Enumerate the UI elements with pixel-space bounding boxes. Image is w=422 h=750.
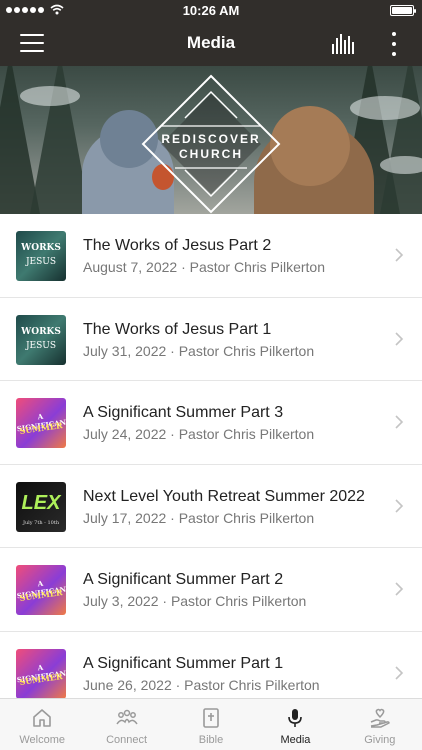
status-bar: 10:26 AM [0,0,422,22]
chevron-right-icon [394,332,404,346]
chevron-right-icon [394,415,404,429]
media-list-item[interactable]: WORKS JESUS The Works of Jesus Part 1 July … [0,297,422,382]
sermon-thumbnail: A SIGNIFICANT SUMMER [16,565,66,616]
house-icon [33,709,52,727]
tab-connect[interactable]: Connect [84,699,168,750]
sermon-title: A Significant Summer Part 2 [83,571,284,589]
logo-line2: CHURCH [179,147,243,161]
media-list: WORKS JESUS The Works of Jesus Part 2 Augus… [0,214,422,716]
tab-bar: Welcome Connect Bible Media Giving [0,698,422,750]
sermon-thumbnail: LEX July 7th - 10th [16,481,66,532]
sermon-date-speaker: July 17, 2022 · Pastor Chris Pilkerton [83,509,315,526]
tab-giving[interactable]: Giving [338,699,422,750]
status-time: 10:26 AM [182,3,240,18]
sermon-thumbnail: WORKS JESUS [16,231,66,281]
tab-welcome[interactable]: Welcome [0,699,84,750]
chevron-right-icon [394,499,404,513]
sermon-thumbnail: A SIGNIFICANT SUMMER [16,398,66,449]
sermon-date-speaker: June 26, 2022 · Pastor Chris Pilkerton [83,676,320,693]
media-list-item[interactable]: WORKS JESUS The Works of Jesus Part 2 Augus… [0,214,422,298]
sermon-title: The Works of Jesus Part 2 [83,237,272,254]
tab-media[interactable]: Media [253,699,337,750]
tab-label: Bible [198,734,224,746]
microphone-icon [288,709,303,727]
sermon-title: A Significant Summer Part 3 [83,404,284,422]
media-list-item[interactable]: A SIGNIFICANT SUMMER A Significant Summer … [0,381,422,465]
sermon-thumbnail: A SIGNIFICANT SUMMER [16,648,66,699]
sermon-date-speaker: July 31, 2022 · Pastor Chris Pilkerton [83,342,315,359]
tab-bible[interactable]: Bible [169,699,253,750]
person-right-hood [270,106,350,186]
chevron-right-icon [394,248,404,262]
thumbnail-text: WORKS [21,243,61,253]
thumbnail-text: July 7th - 10th [22,519,60,526]
chevron-right-icon [394,666,404,680]
tab-label: Giving [364,734,396,746]
chevron-right-icon [394,582,404,596]
thumbnail-text: JESUS [25,257,57,267]
sermon-thumbnail: WORKS JESUS [16,314,66,365]
sermon-title: Next Level Youth Retreat Summer 2022 [83,487,365,505]
thumbnail-text: LEX [21,491,61,514]
bible-icon [203,708,219,728]
battery-icon [390,5,416,16]
church-logo: REDISCOVER CHURCH [141,74,281,214]
thumbnail-text: JESUS [25,340,57,351]
tab-label: Welcome [19,734,66,746]
media-list-item[interactable]: LEX July 7th - 10th Next Level Youth Retre… [0,464,422,549]
media-list-item[interactable]: A SIGNIFICANT SUMMER A Significant Summer … [0,548,422,632]
tab-label: Connect [106,734,148,746]
sermon-title: A Significant Summer Part 1 [83,654,284,672]
sermon-date-speaker: August 7, 2022 · Pastor Chris Pilkerton [83,259,326,275]
nav-bar: Media [0,22,422,66]
tab-label: Media [280,734,311,746]
logo-line1: REDISCOVER [161,132,261,146]
giving-hand-icon [370,708,390,728]
thumbnail-text: WORKS [21,326,61,337]
church-banner: REDISCOVER CHURCH [0,66,422,214]
page-title: Media [186,33,236,52]
sermon-date-speaker: July 3, 2022 · Pastor Chris Pilkerton [83,593,307,610]
sermon-title: The Works of Jesus Part 1 [83,320,272,338]
sermon-date-speaker: July 24, 2022 · Pastor Chris Pilkerton [83,426,315,443]
audio-bars-icon[interactable] [332,34,356,54]
more-options-icon[interactable] [390,32,398,56]
people-icon [115,709,138,725]
